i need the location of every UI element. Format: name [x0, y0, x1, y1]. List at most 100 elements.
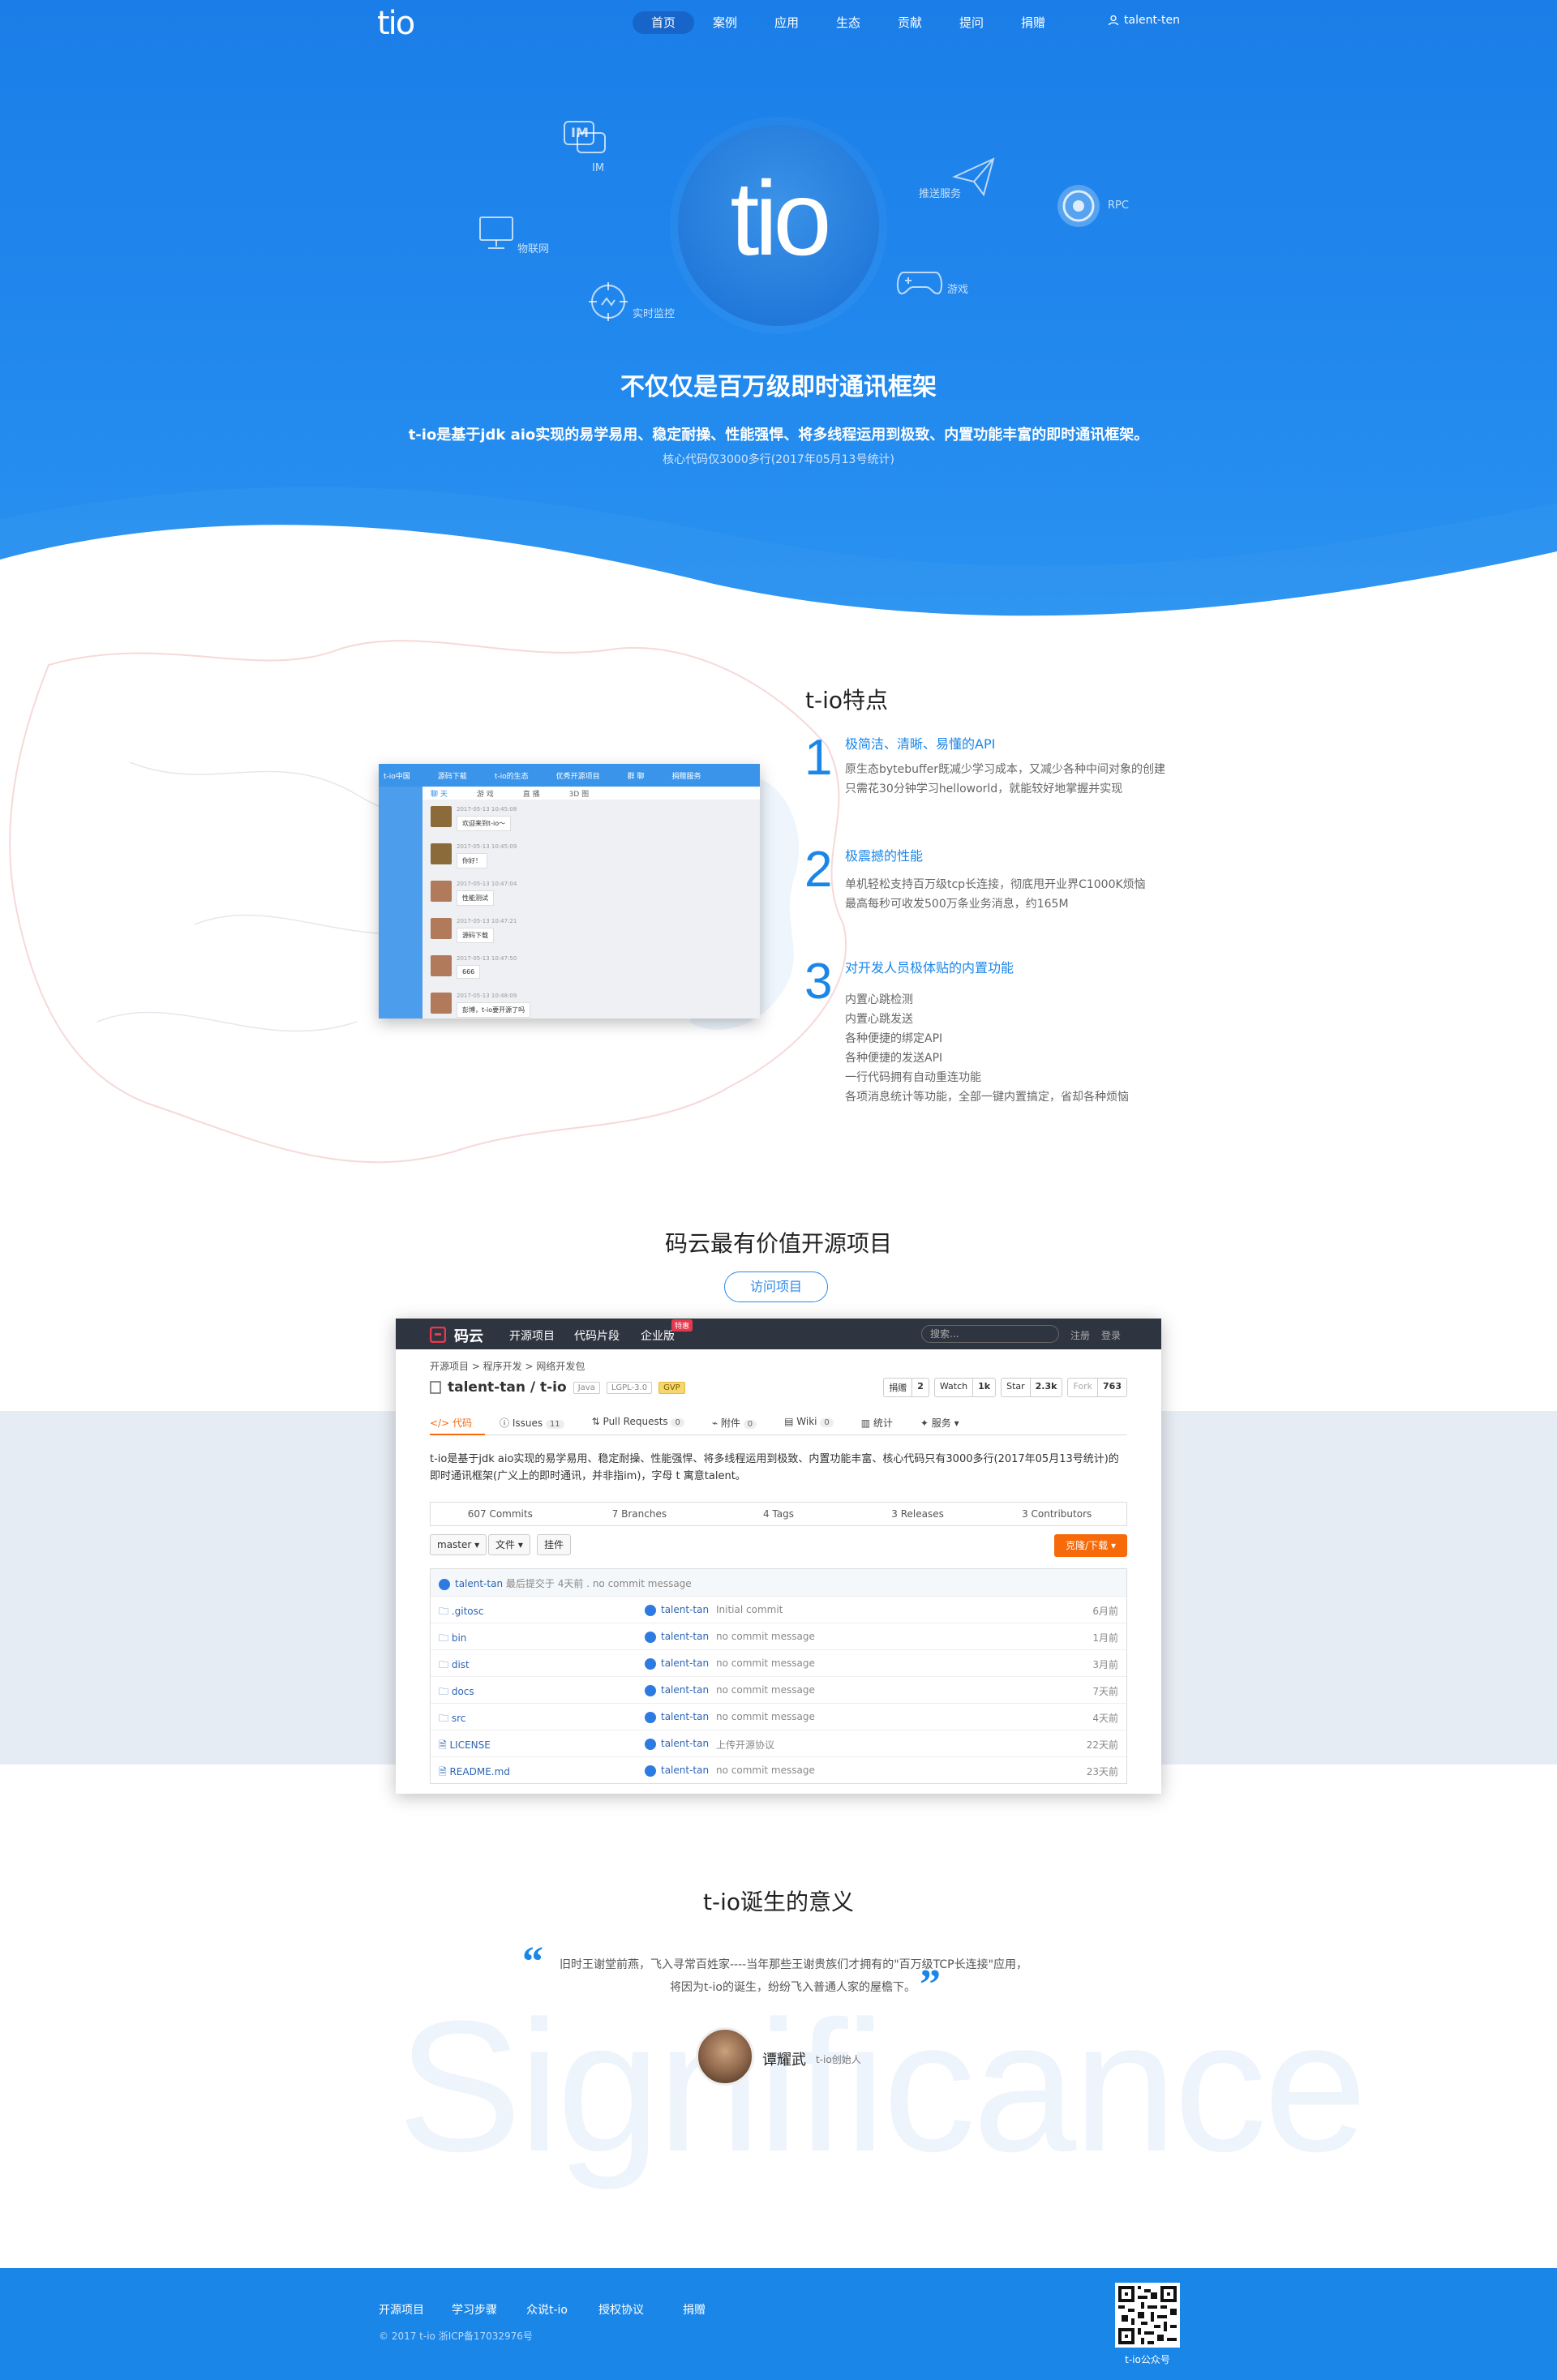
file-name[interactable]: 🗀 docs: [439, 1684, 474, 1701]
chat-message: 源码下载 2017-05-13 10:47:21: [431, 918, 517, 943]
founder-role: t-io创始人: [816, 2054, 861, 2065]
tab-label: 服务: [931, 1417, 951, 1429]
releases-link[interactable]: 3 Releases: [848, 1503, 988, 1525]
nav-logo[interactable]: tio: [377, 5, 415, 42]
file-author[interactable]: talent-tan: [645, 1765, 709, 1777]
file-name[interactable]: 🗀 .gitosc: [439, 1604, 484, 1621]
nav-item[interactable]: 贡献: [879, 11, 941, 34]
clone-download-button[interactable]: 克隆/下载 ▾: [1054, 1534, 1127, 1557]
chat-top-item[interactable]: t-io的生态: [495, 770, 529, 781]
nav-item[interactable]: 捐赠: [1002, 11, 1064, 34]
chat-tab[interactable]: 直 播: [523, 788, 540, 799]
donate-button[interactable]: 捐赠 2: [883, 1378, 929, 1397]
branch-select[interactable]: master ▾: [430, 1534, 487, 1555]
table-row[interactable]: 🗎 README.md talent-tan no commit message 23…: [431, 1756, 1126, 1783]
chat-message: 欢迎来到t-io～ 2017-05-13 10:45:08: [431, 806, 517, 831]
avatar: [645, 1657, 656, 1670]
chat-tab[interactable]: 游 戏: [477, 788, 494, 799]
hot-badge: 特惠: [671, 1319, 693, 1332]
star-button[interactable]: Star 2.3k: [1001, 1378, 1063, 1397]
qr-code-icon: [1115, 2283, 1180, 2348]
chat-message: 性能测试 2017-05-13 10:47:04: [431, 881, 517, 906]
footer-link[interactable]: 众说t-io: [526, 2301, 568, 2318]
orbit-iot-label: 物联网: [517, 243, 550, 255]
feature-line: 最高每秒可收发500万条业务消息，约165M: [845, 898, 1069, 911]
table-row[interactable]: 🗎 LICENSE talent-tan 上传开源协议 22天前: [431, 1730, 1126, 1756]
table-row[interactable]: 🗀 dist talent-tan no commit message 3月前: [431, 1649, 1126, 1676]
tab-stats[interactable]: ▥ 统计: [861, 1409, 906, 1435]
tab-pull-requests[interactable]: ⇅ Pull Requests 0: [592, 1409, 697, 1435]
file-author[interactable]: talent-tan: [645, 1631, 709, 1643]
table-row[interactable]: 🗀 docs talent-tan no commit message 7天前: [431, 1676, 1126, 1703]
author-text: talent-tan: [661, 1604, 710, 1615]
fork-button[interactable]: Fork 763: [1067, 1378, 1127, 1397]
footer-link[interactable]: 学习步骤: [452, 2301, 497, 2318]
orbit-game: 游戏: [895, 266, 968, 298]
chat-top-item[interactable]: 群 聊: [628, 770, 645, 781]
branch-label: master: [437, 1539, 472, 1550]
file-time: 6月前: [1092, 1606, 1118, 1617]
gitee-search-input[interactable]: 搜索...: [921, 1325, 1059, 1343]
gitee-repo-screenshot: 码云 开源项目 代码片段 企业版 特惠 搜索... 注册 登录 开源项目 > 程…: [396, 1319, 1161, 1794]
chat-top-item[interactable]: 源码下载: [438, 770, 467, 781]
tab-code[interactable]: </> 代码: [430, 1409, 485, 1435]
file-author[interactable]: talent-tan: [645, 1657, 709, 1670]
footer-link[interactable]: 捐赠: [683, 2301, 706, 2318]
file-name[interactable]: 🗎 LICENSE: [439, 1738, 491, 1755]
footer-link[interactable]: 开源项目: [379, 2301, 424, 2318]
qr-pattern: [1118, 2286, 1177, 2344]
attach-button[interactable]: 挂件: [537, 1534, 572, 1555]
watch-button[interactable]: Watch 1k: [933, 1378, 997, 1397]
tab-attachments[interactable]: ⌁ 附件 0: [712, 1409, 770, 1435]
repo-meta-bar: 607 Commits 7 Branches 4 Tags 3 Releases…: [430, 1502, 1127, 1526]
commit-author[interactable]: talent-tan: [455, 1578, 503, 1589]
commits-link[interactable]: 607 Commits: [431, 1503, 570, 1525]
tags-link[interactable]: 4 Tags: [709, 1503, 848, 1525]
nav-item[interactable]: 案例: [694, 11, 756, 34]
gitee-menu-item[interactable]: 开源项目: [509, 1327, 555, 1344]
file-author[interactable]: talent-tan: [645, 1684, 709, 1696]
branches-link[interactable]: 7 Branches: [570, 1503, 710, 1525]
chat-tab[interactable]: 聊 天: [431, 788, 448, 799]
tab-wiki[interactable]: ▤ Wiki 0: [784, 1409, 847, 1435]
repo-name[interactable]: talent-tan / t-io: [448, 1379, 567, 1396]
gitee-menu-item[interactable]: 企业版: [641, 1327, 675, 1344]
contributors-link[interactable]: 3 Contributors: [987, 1503, 1126, 1525]
nav-user[interactable]: talent-ten: [1108, 14, 1180, 27]
gitee-menu-item[interactable]: 代码片段: [574, 1327, 620, 1344]
footer-link[interactable]: 授权协议: [598, 2301, 644, 2318]
table-row[interactable]: 🗀 .gitosc talent-tan Initial commit 6月前: [431, 1596, 1126, 1623]
repo-tag: LGPL-3.0: [606, 1381, 653, 1394]
nav-item[interactable]: 生态: [817, 11, 879, 34]
register-link[interactable]: 注册: [1070, 1328, 1090, 1342]
chat-top-item[interactable]: 捐赠服务: [672, 770, 701, 781]
nav-item[interactable]: 首页: [633, 11, 694, 34]
file-name[interactable]: 🗀 dist: [439, 1657, 470, 1675]
author-text: talent-tan: [661, 1738, 710, 1749]
chat-top-item[interactable]: t-io中国: [384, 770, 410, 781]
file-message: no commit message: [716, 1711, 815, 1722]
orbit-monitor: 实时监控: [587, 281, 675, 323]
file-dropdown[interactable]: 文件 ▾: [488, 1534, 530, 1555]
table-row[interactable]: 🗀 src talent-tan no commit message 4天前: [431, 1703, 1126, 1730]
nav-item[interactable]: 应用: [756, 11, 817, 34]
tab-issues[interactable]: ⓘ Issues 11: [500, 1409, 577, 1435]
login-link[interactable]: 登录: [1101, 1328, 1121, 1342]
tab-services[interactable]: ✦ 服务 ▾: [920, 1409, 972, 1435]
chat-sidebar: [379, 787, 422, 1018]
file-label: 文件: [495, 1539, 516, 1550]
chat-tab[interactable]: 3D 图: [569, 788, 590, 799]
file-name[interactable]: 🗎 README.md: [439, 1765, 510, 1782]
nav-item[interactable]: 提问: [941, 11, 1002, 34]
file-author[interactable]: talent-tan: [645, 1738, 709, 1750]
file-author[interactable]: talent-tan: [645, 1711, 709, 1723]
file-name[interactable]: 🗀 bin: [439, 1631, 466, 1648]
file-author[interactable]: talent-tan: [645, 1604, 709, 1616]
file-name[interactable]: 🗀 src: [439, 1711, 465, 1728]
breadcrumb[interactable]: 开源项目 > 程序开发 > 网络开发包: [430, 1359, 585, 1373]
gitee-logo-text[interactable]: 码云: [454, 1325, 483, 1346]
avatar: [431, 881, 452, 902]
chat-top-item[interactable]: 优秀开源项目: [556, 770, 600, 781]
table-row[interactable]: 🗀 bin talent-tan no commit message 1月前: [431, 1623, 1126, 1649]
visit-project-button[interactable]: 访问项目: [724, 1271, 828, 1302]
